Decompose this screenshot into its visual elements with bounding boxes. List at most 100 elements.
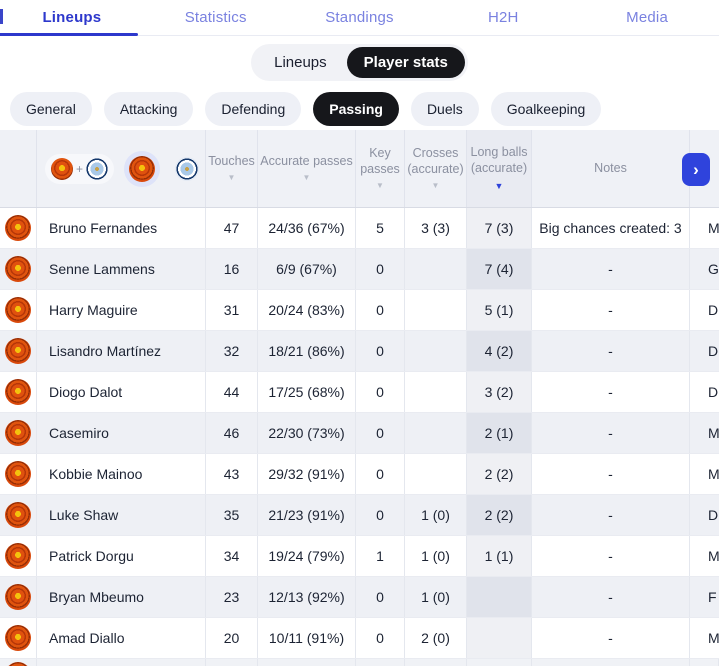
cell-touches: 46 [206,413,258,453]
table-row-senne-lammens[interactable]: Senne Lammens 16 6/9 (67%) 0 7 (4) - G [0,249,719,290]
man-utd-crest-icon [5,379,31,405]
cell-key-passes: 1 [356,536,405,576]
tab-standings[interactable]: Standings [288,0,432,35]
cell-position-cutoff: D [708,302,719,318]
man-utd-crest-icon [5,297,31,323]
view-toggle-section: Lineups Player stats [0,36,719,88]
table-row-patrick-dorgu[interactable]: Patrick Dorgu 34 19/24 (79%) 1 1 (0) 1 (1) - M [0,536,719,577]
cell-long-balls [467,577,532,617]
team-crest-cell [0,495,37,535]
cell-crosses [405,290,467,330]
cell-key-passes: 0 [356,413,405,453]
player-stats-table-body: Bruno Fernandes 47 24/36 (67%) 5 3 (3) 7 (3) B… [0,208,719,666]
cell-position-cutoff: M [708,220,719,236]
team-crest-cell [0,618,37,658]
cell-long-balls: 1 (1) [467,536,532,576]
player-name: Bryan Mbeumo [37,577,206,617]
cell-notes: - [532,618,690,658]
category-pill-passing[interactable]: Passing [313,92,399,126]
cell-accurate-passes: 6/9 (67%) [258,249,356,289]
table-row-partial[interactable] [0,659,719,666]
tab-h2h[interactable]: H2H [431,0,575,35]
tab-lineups[interactable]: Lineups [0,0,144,36]
table-row-lisandro-martínez[interactable]: Lisandro Martínez 32 18/21 (86%) 0 4 (2) - D [0,331,719,372]
table-row-luke-shaw[interactable]: Luke Shaw 35 21/23 (91%) 0 1 (0) 2 (2) - D [0,495,719,536]
team-crest-cell [0,413,37,453]
plus-icon: + [76,161,84,176]
cell-touches: 16 [206,249,258,289]
column-label: Long balls (accurate) [470,145,528,175]
empty-cell [356,659,405,666]
cell-crosses: 1 (0) [405,536,467,576]
cell-long-balls: 7 (3) [467,208,532,248]
empty-cell [258,659,356,666]
cell-long-balls: 5 (1) [467,290,532,330]
team-crest-cell [0,290,37,330]
cell-long-balls [467,618,532,658]
team-crest-cell [0,536,37,576]
cell-crosses [405,413,467,453]
man-utd-crest-icon [5,338,31,364]
category-pill-attacking[interactable]: Attacking [103,92,194,126]
cell-position-cutoff: M [708,466,719,482]
team-crest-cell [0,577,37,617]
crest-column-header [0,130,37,207]
cell-position-cutoff: M [708,630,719,646]
man-utd-crest-icon [5,662,31,666]
empty-cell [690,659,719,666]
table-row-kobbie-mainoo[interactable]: Kobbie Mainoo 43 29/32 (91%) 0 2 (2) - M [0,454,719,495]
table-row-bryan-mbeumo[interactable]: Bryan Mbeumo 23 12/13 (92%) 0 1 (0) - F [0,577,719,618]
table-row-amad-diallo[interactable]: Amad Diallo 20 10/11 (91%) 0 2 (0) - M [0,618,719,659]
both-teams-filter-button[interactable]: + [45,153,115,184]
man-utd-crest-icon [5,625,31,651]
man-city-crest-icon [175,156,200,181]
cell-key-passes: 0 [356,372,405,412]
next-columns-button[interactable]: › [682,153,710,186]
cell-notes: - [532,577,690,617]
notes-column-header: Notes [532,130,690,207]
tab-media[interactable]: Media [575,0,719,35]
cell-touches: 43 [206,454,258,494]
table-row-harry-maguire[interactable]: Harry Maguire 31 20/24 (83%) 0 5 (1) - D [0,290,719,331]
category-pill-defending[interactable]: Defending [205,92,302,126]
toggle-option-lineups[interactable]: Lineups [254,47,347,78]
column-header-touches[interactable]: Touches ▼ [206,130,258,207]
cell-notes: - [532,536,690,576]
cell-accurate-passes: 10/11 (91%) [258,618,356,658]
tab-statistics[interactable]: Statistics [144,0,288,35]
man-city-filter-button[interactable] [170,151,205,187]
cell-notes: - [532,454,690,494]
cell-accurate-passes: 17/25 (68%) [258,372,356,412]
column-header-crosses[interactable]: Crosses (accurate) ▼ [405,130,467,207]
empty-cell [206,659,258,666]
category-pill-general[interactable]: General [10,92,92,126]
column-header-accurate-passes[interactable]: Accurate passes ▼ [258,130,356,207]
player-name: Casemiro [37,413,206,453]
cell-crosses: 3 (3) [405,208,467,248]
cell-notes: - [532,290,690,330]
empty-cell [405,659,467,666]
sort-arrow-icon: ▼ [376,181,384,191]
view-toggle: Lineups Player stats [251,43,468,81]
man-utd-crest-icon [5,420,31,446]
cell-touches: 31 [206,290,258,330]
sort-arrow-icon: ▼ [431,181,440,191]
table-row-bruno-fernandes[interactable]: Bruno Fernandes 47 24/36 (67%) 5 3 (3) 7 (3) B… [0,208,719,249]
table-row-casemiro[interactable]: Casemiro 46 22/30 (73%) 0 2 (1) - M [0,413,719,454]
cell-key-passes: 0 [356,495,405,535]
table-row-diogo-dalot[interactable]: Diogo Dalot 44 17/25 (68%) 0 3 (2) - D [0,372,719,413]
sort-arrow-icon: ▼ [302,173,311,183]
category-pill-goalkeeping[interactable]: Goalkeeping [490,92,602,126]
team-crest-cell [0,331,37,371]
toggle-option-player-stats[interactable]: Player stats [346,46,465,78]
cell-long-balls: 2 (2) [467,495,532,535]
cell-position-cutoff: D [708,507,719,523]
column-header-key-passes[interactable]: Key passes ▼ [356,130,405,207]
cell-accurate-passes: 19/24 (79%) [258,536,356,576]
cell-key-passes: 0 [356,331,405,371]
cell-key-passes: 0 [356,249,405,289]
man-utd-filter-button[interactable] [124,150,160,187]
column-header-long-balls[interactable]: Long balls (accurate) ▼ [467,130,532,207]
cell-accurate-passes: 21/23 (91%) [258,495,356,535]
category-pill-duels[interactable]: Duels [410,92,479,126]
